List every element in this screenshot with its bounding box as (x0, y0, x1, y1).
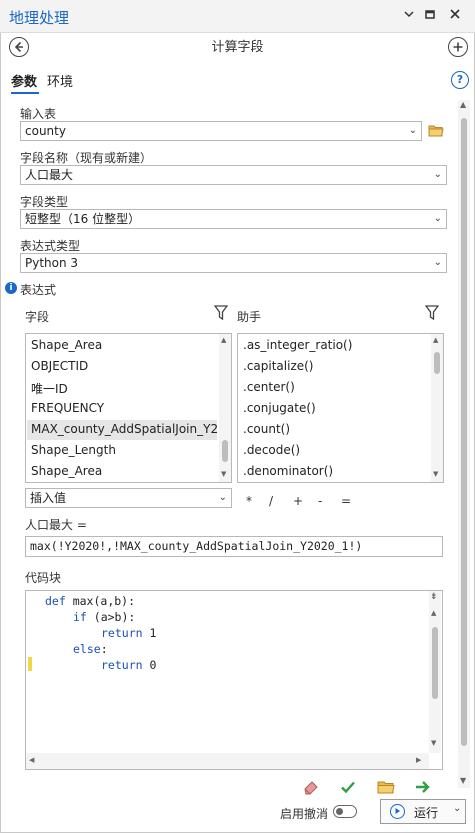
scroll-up-icon[interactable]: ▲ (433, 336, 438, 344)
chevron-down-icon[interactable]: ⌄ (434, 254, 442, 272)
play-icon (390, 804, 405, 819)
tab-active-indicator (11, 92, 39, 94)
tab-parameters[interactable]: 参数 (11, 71, 37, 90)
scroll-right-icon[interactable]: ▶ (416, 756, 421, 764)
code-line: else: (73, 642, 108, 656)
list-item[interactable]: .as_integer_ratio() (243, 338, 352, 352)
plus-icon (453, 42, 463, 52)
code-line: if (a>b): (73, 610, 136, 624)
scroll-up-icon[interactable]: ▲ (431, 609, 436, 617)
fields-list[interactable]: Shape_Area OBJECTID 唯一ID FREQUENCY MAX_c… (25, 333, 232, 483)
divide-button[interactable]: / (269, 494, 273, 508)
fields-scrollbar[interactable]: ▲ ▼ (219, 334, 231, 482)
chevron-down-icon[interactable]: ⌄ (434, 166, 442, 184)
split-icon[interactable]: ⇟ (430, 592, 438, 602)
code-vertical-scrollbar[interactable]: ⇟ ▲ ▼ (429, 591, 441, 753)
list-item[interactable]: FREQUENCY (31, 401, 104, 415)
list-item[interactable]: .conjugate() (243, 401, 316, 415)
input-table-field[interactable]: county ⌄ (20, 121, 422, 141)
run-button[interactable]: 运行 ⌄ (380, 799, 466, 824)
code-horizontal-scrollbar[interactable]: ◀ ▶ (26, 753, 429, 769)
expression-target-label: 人口最大 = (25, 518, 87, 532)
multiply-button[interactable]: * (246, 494, 252, 508)
expression-input[interactable]: max(!Y2020!,!MAX_county_AddSpatialJoin_Y… (25, 536, 443, 557)
tool-title: 计算字段 (211, 40, 264, 55)
list-item[interactable]: .capitalize() (243, 359, 314, 373)
list-item[interactable]: 唯一ID (31, 380, 68, 397)
run-label: 运行 (414, 806, 439, 820)
input-table-label: 输入表 (20, 107, 57, 121)
check-icon[interactable] (339, 778, 357, 796)
close-icon[interactable] (447, 8, 463, 24)
list-item[interactable]: OBJECTID (31, 359, 88, 373)
chevron-down-icon[interactable]: ⌄ (219, 489, 227, 507)
list-item[interactable]: .denominator() (243, 464, 333, 478)
scroll-down-icon[interactable]: ▼ (221, 470, 226, 478)
code-line: return 0 (101, 658, 157, 672)
expression-type-value: Python 3 (25, 256, 79, 270)
filter-icon[interactable] (424, 305, 440, 324)
fields-label: 字段 (25, 310, 50, 324)
info-icon[interactable]: i (5, 282, 17, 294)
field-name-value: 人口最大 (25, 168, 74, 182)
chevron-down-icon[interactable] (401, 8, 417, 24)
add-button[interactable] (448, 37, 468, 57)
chevron-down-icon[interactable]: ⌄ (453, 803, 461, 814)
field-type-value: 短整型（16 位整型） (25, 212, 141, 226)
minimize-icon[interactable] (422, 8, 438, 24)
code-block-editor[interactable]: def max(a,b): if (a>b): return 1 else: r… (25, 590, 443, 770)
scroll-up-icon[interactable]: ▲ (221, 336, 226, 344)
line-change-marker (28, 657, 32, 671)
minus-button[interactable]: - (318, 494, 322, 508)
code-block-label: 代码块 (25, 571, 62, 585)
list-item[interactable]: .decode() (243, 443, 300, 457)
code-line: return 1 (101, 626, 157, 640)
insert-value-label: 插入值 (30, 491, 67, 505)
fields-scroll-thumb[interactable] (222, 440, 228, 462)
main-scrollbar[interactable]: ▲ ▼ (458, 100, 470, 788)
helpers-scroll-thumb[interactable] (434, 352, 440, 374)
scroll-left-icon[interactable]: ◀ (29, 756, 34, 764)
list-item[interactable]: .count() (243, 422, 290, 436)
field-name-select[interactable]: 人口最大 ⌄ (20, 165, 447, 185)
code-line: def max(a,b): (45, 594, 136, 608)
folder-icon[interactable] (428, 124, 444, 140)
helpers-label: 助手 (237, 310, 262, 324)
field-type-label: 字段类型 (20, 195, 69, 209)
pane-title: 地理处理 (9, 9, 70, 27)
folder-icon[interactable] (377, 778, 395, 796)
input-table-value: county (25, 124, 66, 138)
eraser-icon[interactable] (302, 778, 320, 796)
helpers-scrollbar[interactable]: ▲ ▼ (431, 334, 443, 482)
code-scroll-thumb[interactable] (432, 627, 438, 699)
insert-value-select[interactable]: 插入值 ⌄ (25, 488, 232, 508)
chevron-down-icon[interactable]: ⌄ (434, 210, 442, 228)
scroll-down-icon[interactable]: ▼ (460, 776, 466, 785)
expression-type-label: 表达式类型 (20, 239, 81, 253)
chevron-down-icon[interactable]: ⌄ (409, 122, 417, 140)
list-item[interactable]: MAX_county_AddSpatialJoin_Y2020 (31, 422, 217, 436)
scroll-up-icon[interactable]: ▲ (460, 100, 466, 109)
scroll-down-icon[interactable]: ▼ (431, 739, 436, 747)
toggle-knob (336, 807, 343, 815)
enable-undo-toggle[interactable] (333, 805, 357, 818)
plus-button[interactable]: + (293, 494, 303, 508)
list-item[interactable]: Shape_Length (31, 443, 116, 457)
field-name-label: 字段名称（现有或新建） (20, 151, 153, 165)
helpers-list[interactable]: .as_integer_ratio() .capitalize() .cente… (237, 333, 444, 483)
arrow-right-icon[interactable] (414, 778, 432, 796)
enable-undo-label: 启用撤消 (280, 807, 329, 821)
field-type-select[interactable]: 短整型（16 位整型） ⌄ (20, 209, 447, 229)
main-scroll-thumb[interactable] (461, 118, 467, 746)
tab-environments[interactable]: 环境 (47, 71, 73, 90)
scroll-down-icon[interactable]: ▼ (433, 470, 438, 478)
list-item[interactable]: .center() (243, 380, 295, 394)
expression-section-label: 表达式 (20, 283, 57, 297)
expression-type-select[interactable]: Python 3 ⌄ (20, 253, 447, 273)
help-icon[interactable]: ? (451, 71, 469, 89)
list-item[interactable]: Shape_Area (31, 338, 102, 352)
list-item[interactable]: Shape_Area (31, 464, 102, 478)
filter-icon[interactable] (213, 305, 229, 324)
equals-button[interactable]: = (341, 494, 351, 508)
